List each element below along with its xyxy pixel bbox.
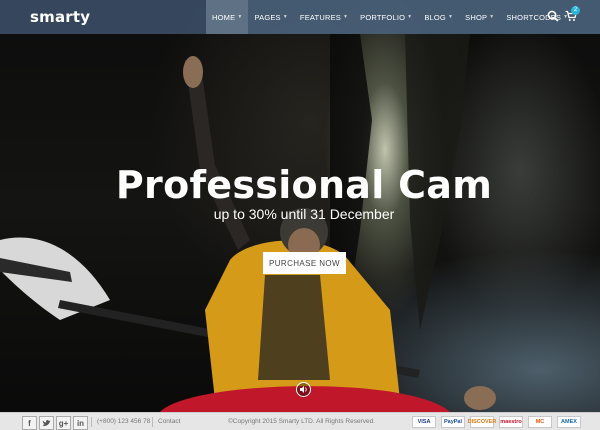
nav-portfolio[interactable]: PORTFOLIO ▼ (354, 0, 418, 34)
hero-title: Professional Cam (115, 163, 493, 207)
hero-subtitle: up to 30% until 31 December (213, 206, 395, 222)
phone-number[interactable]: (+800) 123 456 78 (97, 418, 150, 425)
chevron-down-icon: ▼ (237, 14, 243, 20)
chevron-down-icon: ▼ (407, 14, 413, 20)
chevron-down-icon: ▼ (342, 14, 349, 20)
main-nav: HOME ▼ PAGES ▼ FEATURES ▼ PORTFOLIO ▼ BLOG ▼ … (206, 0, 574, 34)
nav-home[interactable]: HOME ▼ (206, 0, 249, 34)
cart-count-badge: 2 (571, 6, 580, 15)
chevron-down-icon: ▼ (447, 14, 454, 20)
chevron-down-icon: ▼ (489, 14, 495, 20)
amex-card-icon: AMEX (557, 416, 581, 428)
copyright-text: ©Copyright 2015 Smarty LTD. All Rights R… (228, 418, 376, 425)
discover-card-icon: DISCOVER (468, 416, 496, 428)
chevron-down-icon: ▼ (282, 14, 288, 20)
speaker-icon (300, 386, 307, 393)
facebook-icon[interactable]: f (22, 416, 37, 430)
social-links: f g+ in (22, 416, 90, 430)
logo[interactable]: smarty (30, 8, 90, 26)
twitter-icon[interactable] (39, 416, 54, 430)
nav-shop[interactable]: SHOP ▼ (459, 0, 500, 34)
google-plus-icon[interactable]: g+ (56, 416, 71, 430)
nav-shortcodes[interactable]: SHORTCODES ▼ (500, 0, 574, 34)
nav-features[interactable]: FEATURES ▼ (294, 0, 354, 34)
purchase-now-button[interactable]: PURCHASE NOW (263, 252, 346, 274)
footer-divider (91, 417, 92, 427)
nav-pages[interactable]: PAGES ▼ (248, 0, 293, 34)
footer-bar: f g+ in (+800) 123 456 78 Contact ©Copyr… (0, 412, 600, 430)
nav-blog[interactable]: BLOG ▼ (418, 0, 459, 34)
paypal-card-icon: PayPal (441, 416, 465, 428)
visa-card-icon: VISA (412, 416, 436, 428)
maestro-card-icon: maestro (499, 416, 523, 428)
contact-link[interactable]: Contact (158, 418, 180, 425)
search-icon[interactable] (547, 10, 559, 22)
linkedin-icon[interactable]: in (73, 416, 88, 430)
footer-divider (152, 417, 153, 427)
header-bar: smarty HOME ▼ PAGES ▼ FEATURES ▼ PORTFOLIO ▼… (0, 0, 600, 34)
twitter-bird-icon (42, 420, 51, 426)
mastercard-card-icon: MC (528, 416, 552, 428)
sound-toggle-button[interactable] (296, 382, 311, 397)
